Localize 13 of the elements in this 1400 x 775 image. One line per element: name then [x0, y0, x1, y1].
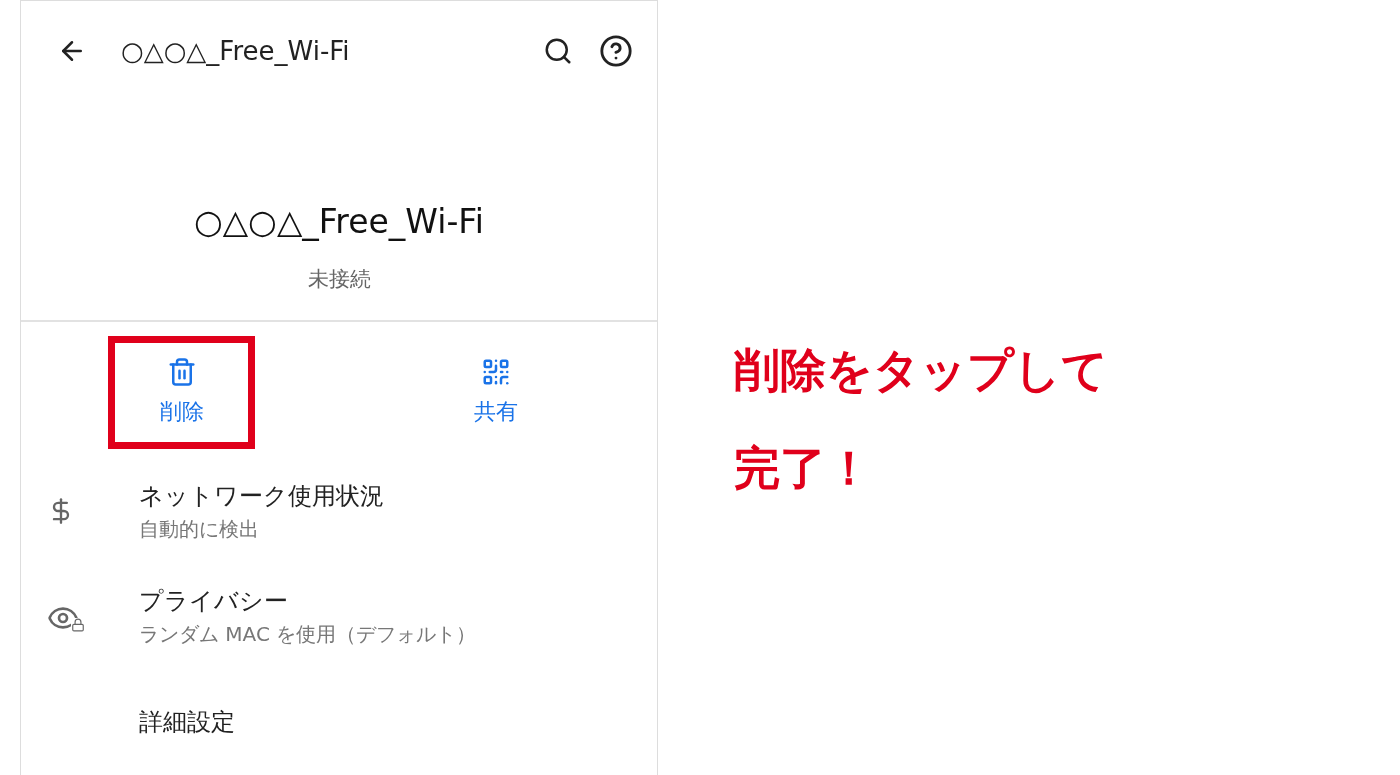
setting-title[interactable]: ネットワーク使用状況 — [139, 479, 384, 512]
setting-summary: ランダム MAC を使用（デフォルト） — [139, 621, 477, 649]
help-icon — [599, 33, 633, 68]
delete-button[interactable]: 削除 — [108, 335, 255, 449]
app-bar-title: ○△○△_Free_Wi-Fi — [120, 35, 351, 66]
network-status: 未接続 — [307, 266, 371, 294]
setting-title[interactable]: 詳細設定 — [139, 706, 235, 739]
share-button[interactable]: 共有 — [422, 335, 569, 449]
annotation-text: 完了！ — [734, 440, 873, 497]
setting-title[interactable]: プライバシー — [139, 585, 477, 618]
network-name: ○△○△_Free_Wi-Fi — [193, 202, 485, 242]
setting-summary: 自動的に検出 — [139, 515, 260, 543]
annotation-text: 削除をタップして — [734, 342, 1108, 399]
